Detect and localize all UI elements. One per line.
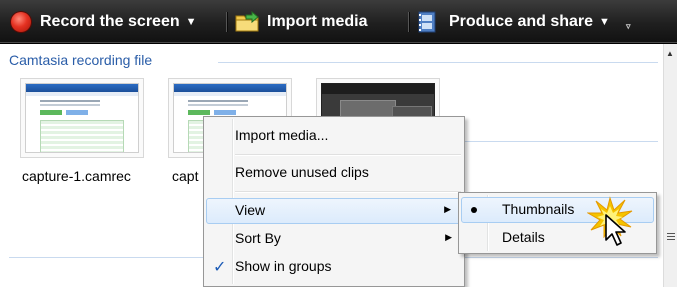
import-media-button[interactable]: Import media [235, 10, 367, 34]
menu-item-label: View [235, 202, 266, 218]
menu-item-show-in-groups[interactable]: ✓ Show in groups [206, 254, 462, 280]
mouse-pointer-icon [605, 214, 626, 246]
clip-thumbnail[interactable] [20, 78, 144, 158]
submenu-item-label: Details [502, 229, 545, 245]
clip-label[interactable]: capture-1.camrec [22, 168, 131, 184]
record-dot-icon [11, 12, 31, 32]
submenu-arrow-icon: ▶ [445, 232, 452, 242]
menu-item-view[interactable]: View ▶ [206, 198, 462, 224]
scroll-grip-icon[interactable] [667, 233, 675, 242]
menu-item-import-media[interactable]: Import media... [206, 123, 462, 149]
radio-bullet-icon [471, 207, 477, 213]
menu-item-label: Show in groups [235, 258, 332, 274]
toolbar-divider [408, 12, 409, 32]
vertical-scrollbar[interactable]: ▲ [663, 44, 677, 287]
film-strip-icon [418, 11, 436, 33]
toolbar-overflow-button[interactable]: ▿ [626, 14, 631, 38]
chevron-down-icon: ▼ [185, 16, 197, 28]
menu-item-sort-by[interactable]: Sort By ▶ [206, 226, 462, 252]
produce-and-share-button[interactable]: Produce and share ▼ [417, 10, 610, 34]
clip-label[interactable]: capt [172, 168, 198, 184]
import-media-label: Import media [267, 13, 368, 30]
clip-preview-image [25, 83, 139, 153]
group-divider [460, 141, 658, 142]
checkmark-icon: ✓ [213, 259, 227, 276]
produce-and-share-label: Produce and share [449, 13, 594, 30]
record-screen-label: Record the screen [40, 13, 180, 30]
folder-import-icon [235, 11, 259, 32]
toolbar-divider [226, 12, 227, 32]
menu-item-label: Sort By [235, 230, 281, 246]
record-screen-button[interactable]: Record the screen ▼ [11, 10, 197, 34]
overflow-chevron-icon: ▿ [626, 20, 631, 31]
menu-item-label: Remove unused clips [235, 164, 369, 180]
submenu-arrow-icon: ▶ [444, 204, 451, 214]
group-header[interactable]: Camtasia recording file [9, 52, 159, 68]
context-menu: Import media... Remove unused clips View… [203, 116, 465, 287]
main-toolbar: Record the screen ▼ Import media Produce… [0, 0, 677, 44]
menu-separator [235, 154, 461, 155]
menu-item-remove-unused-clips[interactable]: Remove unused clips [206, 160, 462, 186]
chevron-down-icon: ▼ [599, 16, 610, 28]
menu-item-label: Import media... [235, 127, 329, 143]
scroll-up-icon[interactable]: ▲ [666, 49, 674, 58]
menu-separator [235, 191, 461, 192]
submenu-item-label: Thumbnails [502, 201, 575, 217]
group-divider [218, 62, 658, 63]
